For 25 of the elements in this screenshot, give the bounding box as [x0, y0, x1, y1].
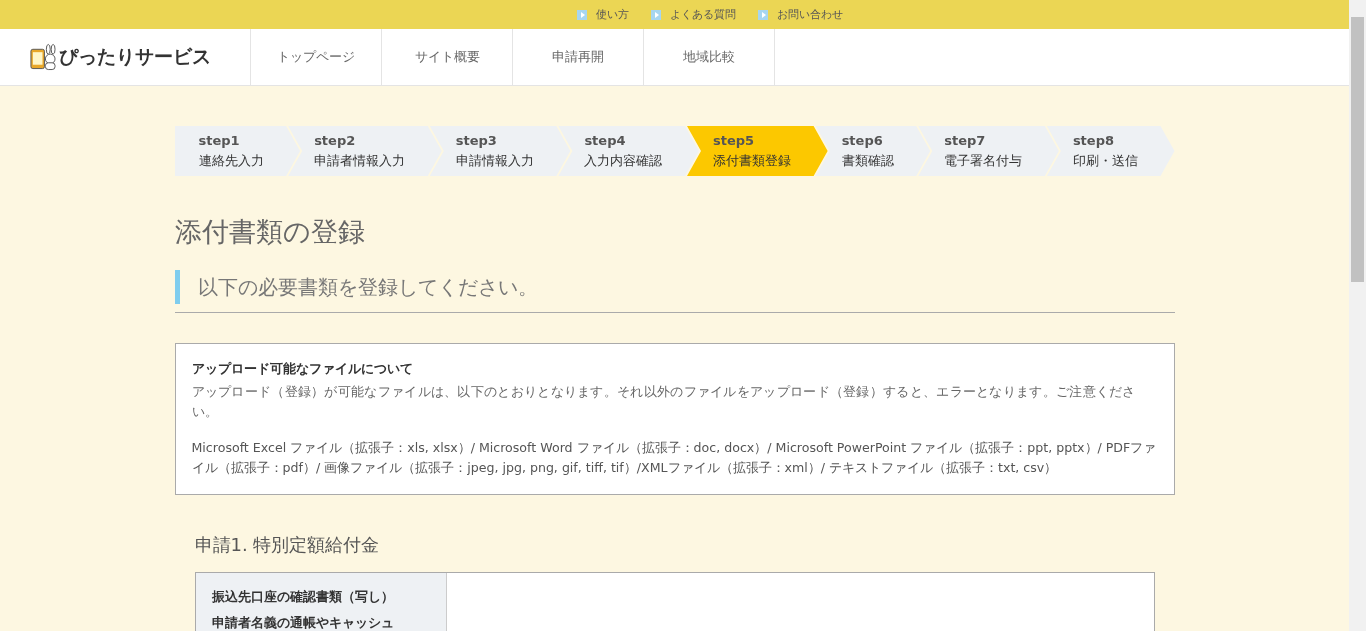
notice-text: アップロード（登録）が可能なファイルは、以下のとおりとなります。それ以外のファイルをアップロード（登録）すると、エラーとなります。ご注意ください。 — [191, 383, 1137, 421]
help-link[interactable]: よくある質問 — [650, 7, 736, 22]
nav-link[interactable]: 地域比較 — [643, 29, 775, 85]
progress-step: step5 添付書類登録 — [687, 126, 828, 176]
scrollbar[interactable] — [1349, 0, 1366, 631]
progress-step: step2 申請者情報入力 — [288, 126, 442, 176]
file-types-text: Microsoft Excel ファイル（拡張子：xls, xlsx）/ Microsoft Word ファイル（拡張子：doc, docx）/ Microsoft PowerPoint ファイル（拡張子：ppt, pptx）/ PDFファイル（拡張子：pdf）/ 画像ファイル（拡張子：jpeg, jpg, png, gif, tiff, tif）/XMLファイル（拡張子：xml）/ テキストファイル（拡張子：txt, csv） — [191, 439, 1158, 477]
nav-link[interactable]: 申請再開 — [512, 29, 643, 85]
progress-step: step7 電子署名付与 — [918, 126, 1059, 176]
rabbit-phone-icon — [29, 43, 56, 71]
site-logo-text[interactable]: ぴったりサービス — [59, 44, 211, 70]
notice-heading: アップロード可能なファイルについて — [191, 360, 414, 378]
progress-step: step8 印刷・送信 — [1046, 126, 1175, 176]
nav-link[interactable]: トップページ — [250, 29, 381, 85]
page-subtitle: 以下の必要書類を登録してください。 — [174, 270, 1175, 304]
help-link[interactable]: 使い方 — [576, 7, 629, 22]
page-title: 添付書類の登録 — [174, 215, 366, 249]
progress-step: step4 入力内容確認 — [558, 126, 699, 176]
help-link[interactable]: お問い合わせ — [757, 7, 843, 22]
section-heading: 申請1. 特別定額給付金 — [194, 533, 381, 557]
document-label: 振込先口座の確認書類（写し） — [211, 588, 395, 606]
nav-link[interactable]: サイト概要 — [381, 29, 512, 85]
document-label: 申請者名義の通帳やキャッシュ — [211, 614, 395, 631]
progress-step: step3 申請情報入力 — [429, 126, 571, 176]
scrollbar-thumb[interactable] — [1351, 17, 1364, 282]
